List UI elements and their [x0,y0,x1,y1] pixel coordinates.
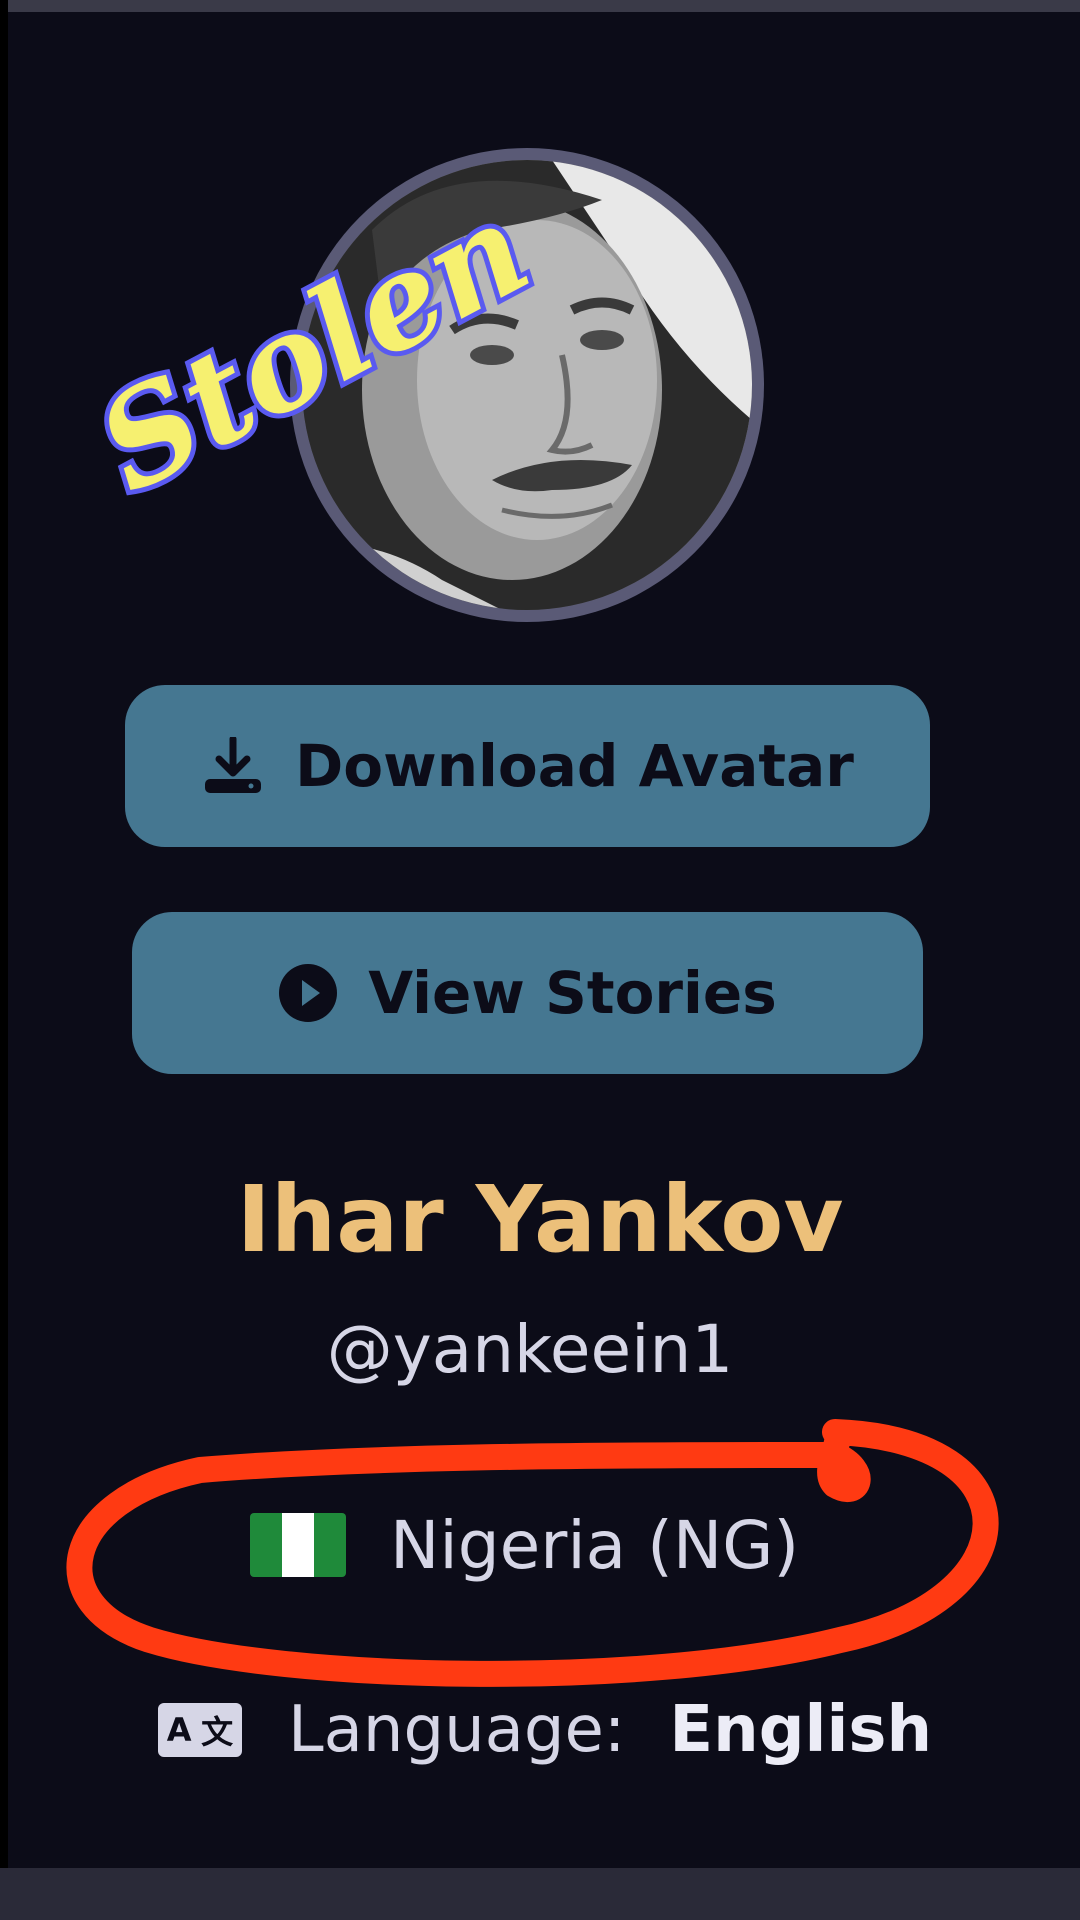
profile-username: @yankeein1 [326,1311,734,1388]
language-row: A 文 Language: English [158,1688,932,1772]
stolen-stamp: Stolen [70,169,557,527]
play-circle-icon [278,963,338,1023]
translate-icon-right: 文 [201,1713,234,1751]
bottom-bar [0,1868,1080,1920]
country-row: Nigeria (NG) [250,1500,799,1590]
language-label: Language: [288,1693,626,1767]
translate-icon: A 文 [158,1703,242,1757]
translate-icon-left: A [166,1711,192,1749]
left-edge [0,0,8,1920]
view-stories-button[interactable]: View Stories [132,912,923,1074]
language-value: English [669,1693,933,1767]
view-stories-label: View Stories [368,959,777,1027]
download-avatar-button[interactable]: Download Avatar [125,685,930,847]
top-status-bar [0,0,1080,12]
country-label: Nigeria (NG) [390,1506,800,1584]
nigeria-flag-icon [250,1513,346,1577]
download-icon [201,737,265,795]
profile-name: Ihar Yankov [236,1166,844,1273]
download-avatar-label: Download Avatar [295,732,854,800]
